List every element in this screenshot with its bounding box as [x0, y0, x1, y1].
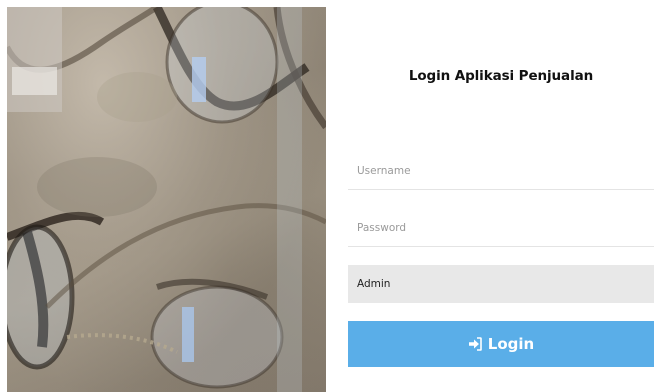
login-page: Login Aplikasi Penjualan Admin Login — [0, 0, 654, 392]
login-button-label: Login — [487, 335, 535, 353]
role-select[interactable]: Admin — [348, 265, 654, 303]
eyeglasses-photo — [7, 7, 326, 392]
role-select-value: Admin — [357, 278, 391, 290]
login-form: Login Aplikasi Penjualan Admin Login — [348, 0, 654, 392]
username-input[interactable] — [348, 152, 654, 190]
login-button[interactable]: Login — [348, 321, 654, 367]
sign-in-icon — [468, 337, 482, 351]
password-input[interactable] — [348, 209, 654, 247]
login-title: Login Aplikasi Penjualan — [408, 68, 594, 84]
